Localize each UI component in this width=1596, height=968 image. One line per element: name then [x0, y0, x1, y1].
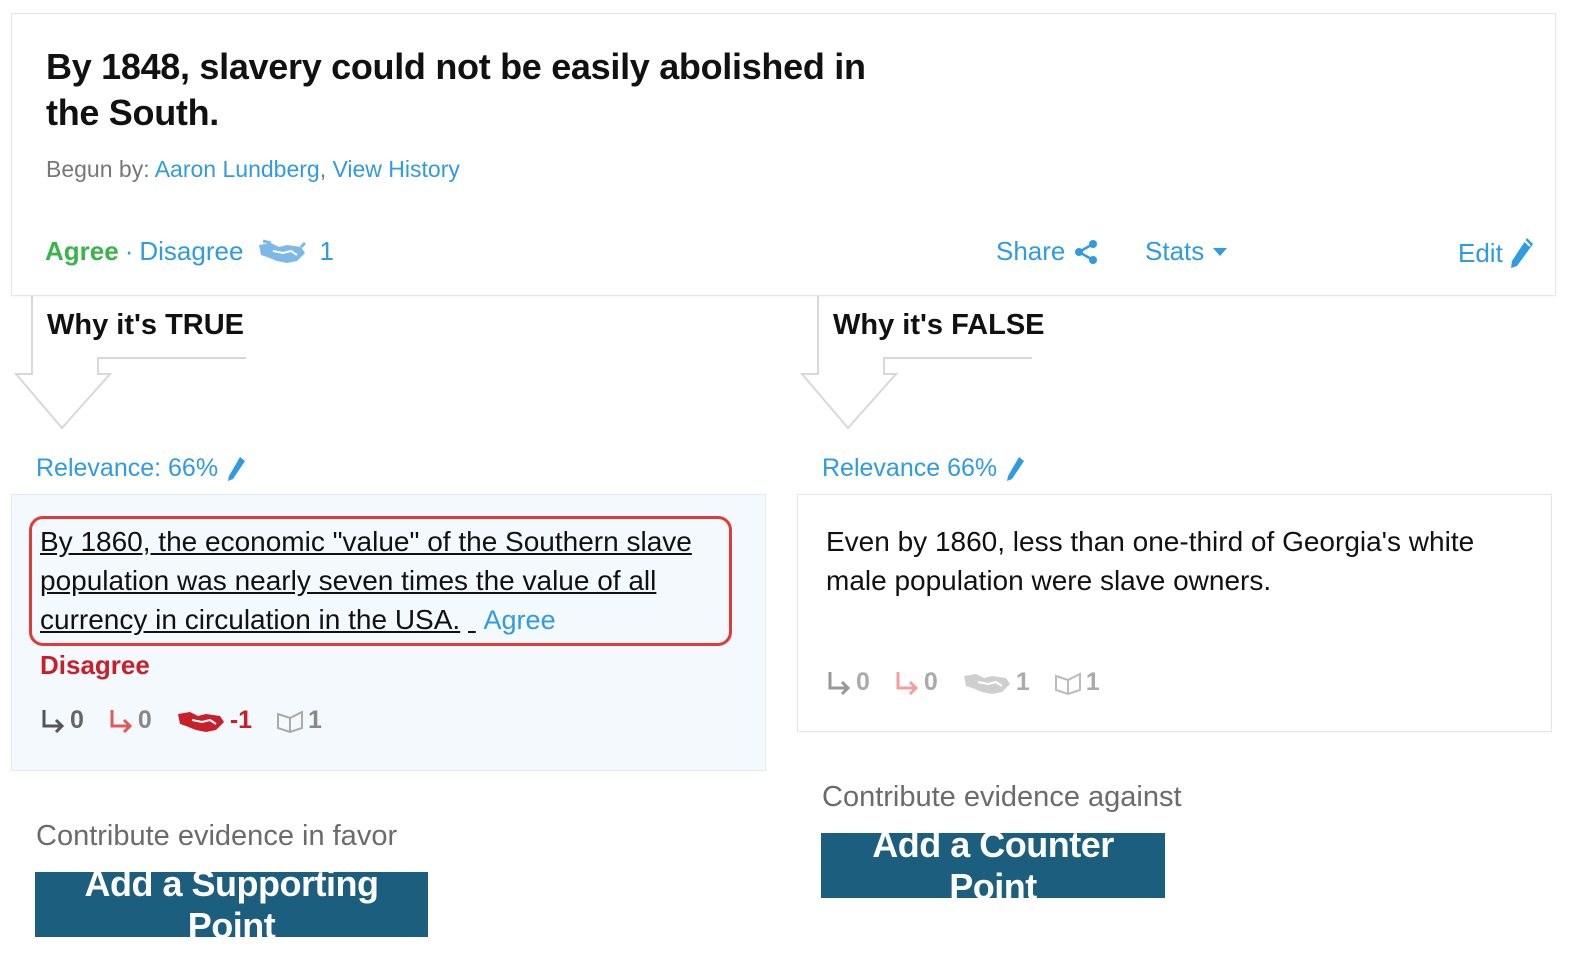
false-relevance[interactable]: Relevance 66%: [822, 454, 1025, 483]
begun-by-row: Begun by: Aaron Lundberg, View History: [46, 156, 460, 182]
sources-count-value: 1: [1085, 668, 1100, 696]
pencil-icon: [1509, 236, 1535, 270]
counter-count-value: 0: [923, 668, 938, 696]
true-column-heading: Why it's TRUE: [47, 309, 245, 341]
supporting-evidence-stats: 0 0 -1 1: [40, 706, 346, 735]
counter-arrow-icon: [108, 708, 134, 734]
pencil-icon: [1005, 455, 1025, 483]
vote-separator: ·: [124, 236, 134, 266]
sources-count-value: 1: [308, 706, 322, 734]
counter-count[interactable]: 0: [894, 668, 938, 697]
stats-dropdown[interactable]: Stats: [1145, 236, 1228, 267]
counter-evidence-stats: 0 0 1 1: [826, 668, 1124, 697]
edit-button[interactable]: Edit: [1458, 236, 1535, 270]
share-icon: [1073, 239, 1099, 265]
begun-by-label: Begun by:: [46, 156, 150, 182]
supporting-evidence-text[interactable]: By 1860, the economic "value" of the Sou…: [40, 522, 730, 640]
supporting-count[interactable]: 0: [40, 706, 84, 735]
book-icon: [276, 708, 304, 734]
share-label: Share: [996, 236, 1066, 266]
sources-count[interactable]: 1: [276, 706, 322, 735]
vote-score[interactable]: 1: [962, 668, 1030, 697]
counter-count[interactable]: 0: [108, 706, 152, 735]
pencil-icon: [226, 455, 246, 483]
supporting-count-value: 0: [70, 706, 84, 734]
agree-link[interactable]: Agree: [45, 236, 119, 267]
supporting-count[interactable]: 0: [826, 668, 870, 697]
contribute-in-favor-label: Contribute evidence in favor: [36, 820, 398, 852]
counter-evidence-text[interactable]: Even by 1860, less than one-third of Geo…: [826, 522, 1516, 600]
claim-title: By 1848, slavery could not be easily abo…: [46, 46, 866, 133]
true-relevance[interactable]: Relevance: 66%: [36, 454, 246, 483]
supporting-count-value: 0: [856, 668, 870, 696]
supporting-evidence-link[interactable]: By 1860, the economic "value" of the Sou…: [40, 526, 692, 635]
false-relevance-label: Relevance 66%: [822, 454, 998, 482]
counter-count-value: 0: [137, 706, 152, 734]
vote-score-value: -1: [229, 706, 253, 734]
stats-label: Stats: [1145, 236, 1205, 266]
share-button[interactable]: Share: [996, 236, 1099, 267]
handshake-icon: [962, 670, 1012, 696]
vote-score[interactable]: -1: [176, 706, 252, 735]
vote-count: 1: [319, 236, 334, 266]
author-link[interactable]: Aaron Lundberg: [155, 156, 320, 182]
support-arrow-icon: [40, 708, 66, 734]
true-relevance-label: Relevance: 66%: [36, 454, 219, 482]
add-counter-point-button[interactable]: Add a Counter Point: [821, 824, 1165, 907]
handshake-icon: [257, 239, 307, 265]
caret-down-icon: [1212, 247, 1228, 257]
claim-card: By 1848, slavery could not be easily abo…: [12, 14, 1555, 295]
counter-arrow-icon: [894, 670, 920, 696]
disagree-link[interactable]: Disagree: [139, 236, 243, 267]
support-arrow-icon: [826, 670, 852, 696]
evidence-agree-link[interactable]: Agree: [484, 605, 556, 635]
add-supporting-point-button[interactable]: Add a Supporting Point: [35, 863, 428, 946]
contribute-against-label: Contribute evidence against: [822, 781, 1182, 813]
false-column-heading: Why it's FALSE: [833, 309, 1045, 341]
evidence-disagree-link[interactable]: Disagree: [40, 650, 150, 681]
handshake-icon: [176, 708, 226, 734]
vote-score-value: 1: [1015, 668, 1030, 696]
vote-row: Agree · Disagree 1: [45, 236, 334, 267]
book-icon: [1054, 670, 1082, 696]
view-history-link[interactable]: View History: [332, 156, 459, 182]
edit-label: Edit: [1458, 237, 1503, 268]
sources-count[interactable]: 1: [1054, 668, 1100, 697]
